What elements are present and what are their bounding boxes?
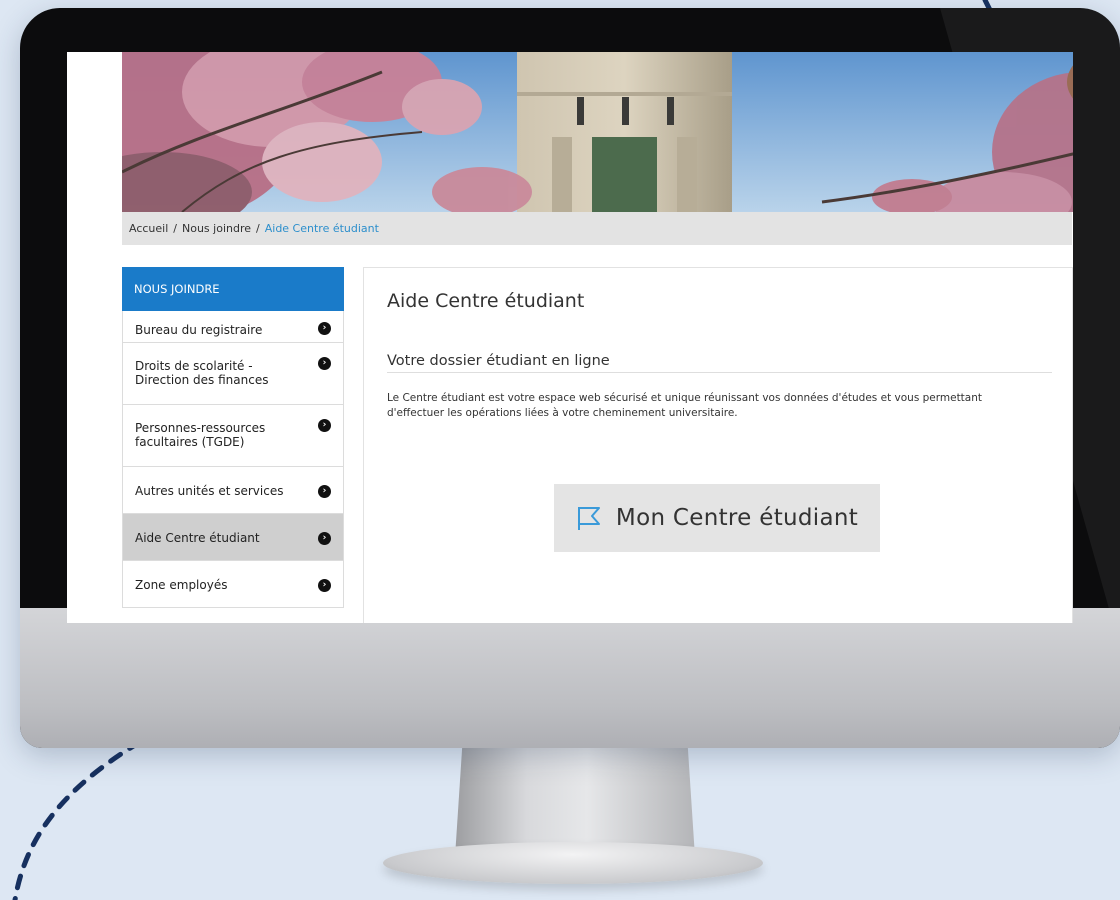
header-banner-image [122,52,1073,212]
sidebar-item-label: Bureau du registraire [135,323,263,337]
circle-chevron-right-icon: › [318,532,331,545]
monitor-stand-base [383,842,763,884]
main-content: Aide Centre étudiant Votre dossier étudi… [363,267,1073,623]
sidebar-item-label: Zone employés [135,578,228,592]
section-heading: Votre dossier étudiant en ligne [387,353,1052,373]
page-title: Aide Centre étudiant [387,290,585,312]
website-screen: Accueil / Nous joindre / Aide Centre étu… [67,52,1073,623]
sidebar-item-bureau-du-registraire[interactable]: Bureau du registraire › [122,311,344,343]
sidebar-item-label: Personnes-ressources facultaires (TGDE) [135,421,266,449]
monitor-chin [20,608,1120,748]
flag-icon [577,507,600,530]
sidebar-item-aide-centre-etudiant[interactable]: Aide Centre étudiant › [122,514,344,561]
circle-chevron-right-icon: › [318,357,331,370]
monitor-stand-neck [455,747,695,857]
breadcrumb-separator: / [256,222,260,235]
breadcrumb-current-page: Aide Centre étudiant [264,222,379,235]
circle-chevron-right-icon: › [318,485,331,498]
sidebar-item-label: Aide Centre étudiant [135,531,260,545]
circle-chevron-right-icon: › [318,322,331,335]
monitor: Accueil / Nous joindre / Aide Centre étu… [20,8,1120,748]
sidebar-item-personnes-ressources[interactable]: Personnes-ressources facultaires (TGDE) … [122,405,344,467]
sidebar-item-droits-de-scolarite[interactable]: Droits de scolarité - Direction des fina… [122,343,344,405]
circle-chevron-right-icon: › [318,579,331,592]
mon-centre-etudiant-button[interactable]: Mon Centre étudiant [554,484,880,552]
sidebar-item-label: Droits de scolarité - Direction des fina… [135,359,269,387]
breadcrumb: Accueil / Nous joindre / Aide Centre étu… [122,212,1072,245]
sidebar-item-label: Autres unités et services [135,484,284,498]
sidebar-item-zone-employes[interactable]: Zone employés › [122,561,344,608]
intro-paragraph: Le Centre étudiant est votre espace web … [387,392,983,419]
breadcrumb-separator: / [173,222,177,235]
sidebar-nav: NOUS JOINDRE Bureau du registraire › Dro… [122,267,344,608]
sidebar-item-autres-unites[interactable]: Autres unités et services › [122,467,344,514]
circle-chevron-right-icon: › [318,419,331,432]
cta-label: Mon Centre étudiant [615,505,859,531]
breadcrumb-link-contact[interactable]: Nous joindre [182,222,251,235]
breadcrumb-link-home[interactable]: Accueil [129,222,168,235]
sidebar-heading: NOUS JOINDRE [122,267,344,311]
